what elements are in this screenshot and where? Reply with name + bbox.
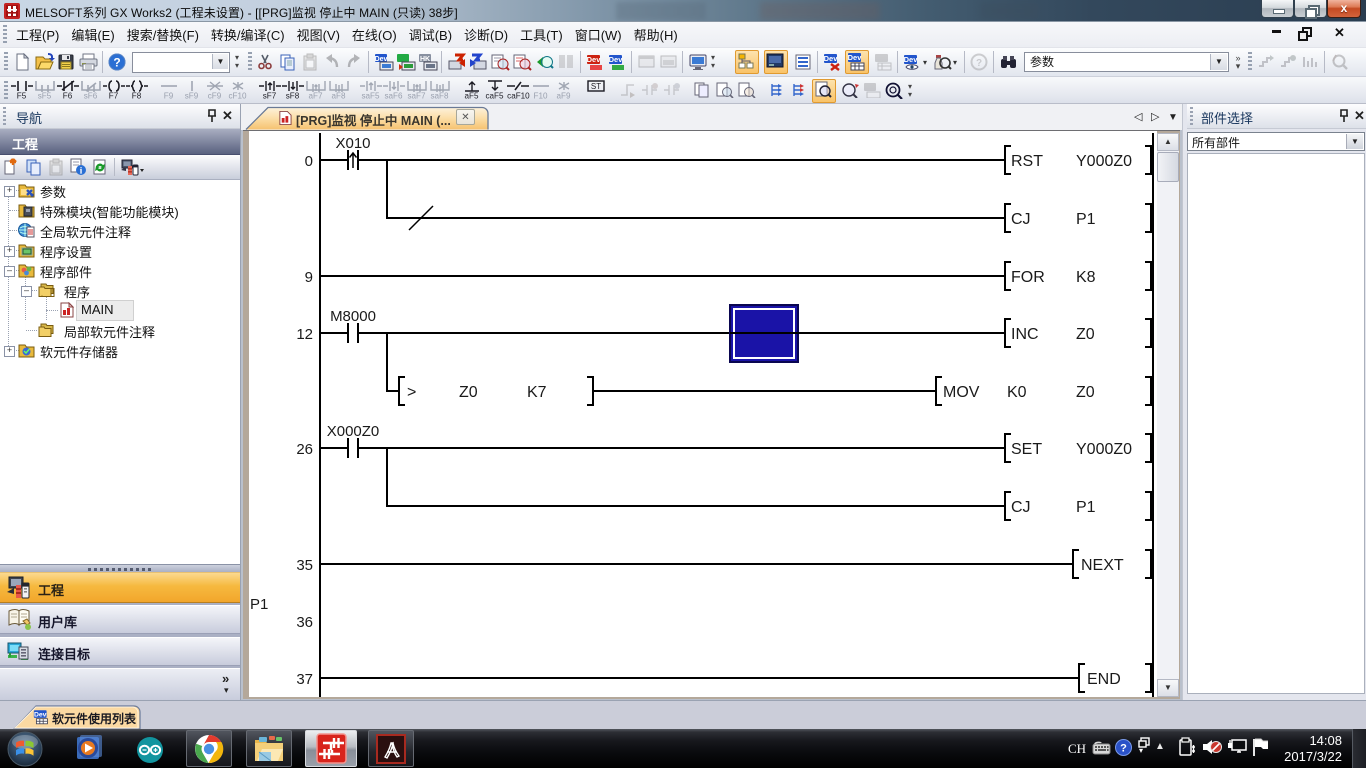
svg-text:Dev: Dev [824,54,839,63]
svg-text:SET: SET [1011,441,1042,458]
svg-text:Dev: Dev [587,55,602,64]
svg-text:ST: ST [590,82,600,91]
svg-text:INC: INC [1011,326,1039,343]
svg-text:P1: P1 [1076,499,1096,516]
svg-text:9: 9 [305,269,313,286]
svg-text:Y000Z0: Y000Z0 [1076,441,1132,458]
svg-text:X000Z0: X000Z0 [327,423,380,440]
svg-text:Z0: Z0 [1076,326,1095,343]
svg-text:?: ? [113,56,120,70]
svg-text:35: 35 [296,557,313,574]
svg-text:P1: P1 [250,596,268,613]
svg-text:Dev: Dev [848,53,863,62]
svg-text:36: 36 [296,614,313,631]
svg-text:CJ: CJ [1011,211,1031,228]
svg-text:26: 26 [296,441,313,458]
svg-text:FOR: FOR [1011,269,1045,286]
svg-text:END: END [1087,671,1121,688]
svg-text:Y000Z0: Y000Z0 [1076,153,1132,170]
svg-text:Z0: Z0 [1076,384,1095,401]
svg-text:Dev: Dev [34,712,47,719]
svg-text:K7: K7 [527,384,547,401]
svg-text:NEXT: NEXT [1081,557,1124,574]
svg-text:12: 12 [296,326,313,343]
svg-text:Dev: Dev [609,55,624,64]
svg-text:CJ: CJ [1011,499,1031,516]
svg-text:MOV: MOV [943,384,980,401]
svg-text:Z0: Z0 [459,384,478,401]
svg-text:?: ? [1120,743,1127,755]
svg-text:M8000: M8000 [330,308,376,325]
svg-text:K0: K0 [1007,384,1027,401]
svg-text:0: 0 [305,153,313,170]
svg-text:X010: X010 [335,135,370,152]
svg-text:K8: K8 [1076,269,1096,286]
svg-text:>: > [407,384,416,401]
svg-text:RST: RST [1011,153,1043,170]
svg-text:?: ? [976,58,982,69]
svg-text:P1: P1 [1076,211,1096,228]
svg-text:37: 37 [296,671,313,688]
svg-text:Dev: Dev [904,55,919,64]
